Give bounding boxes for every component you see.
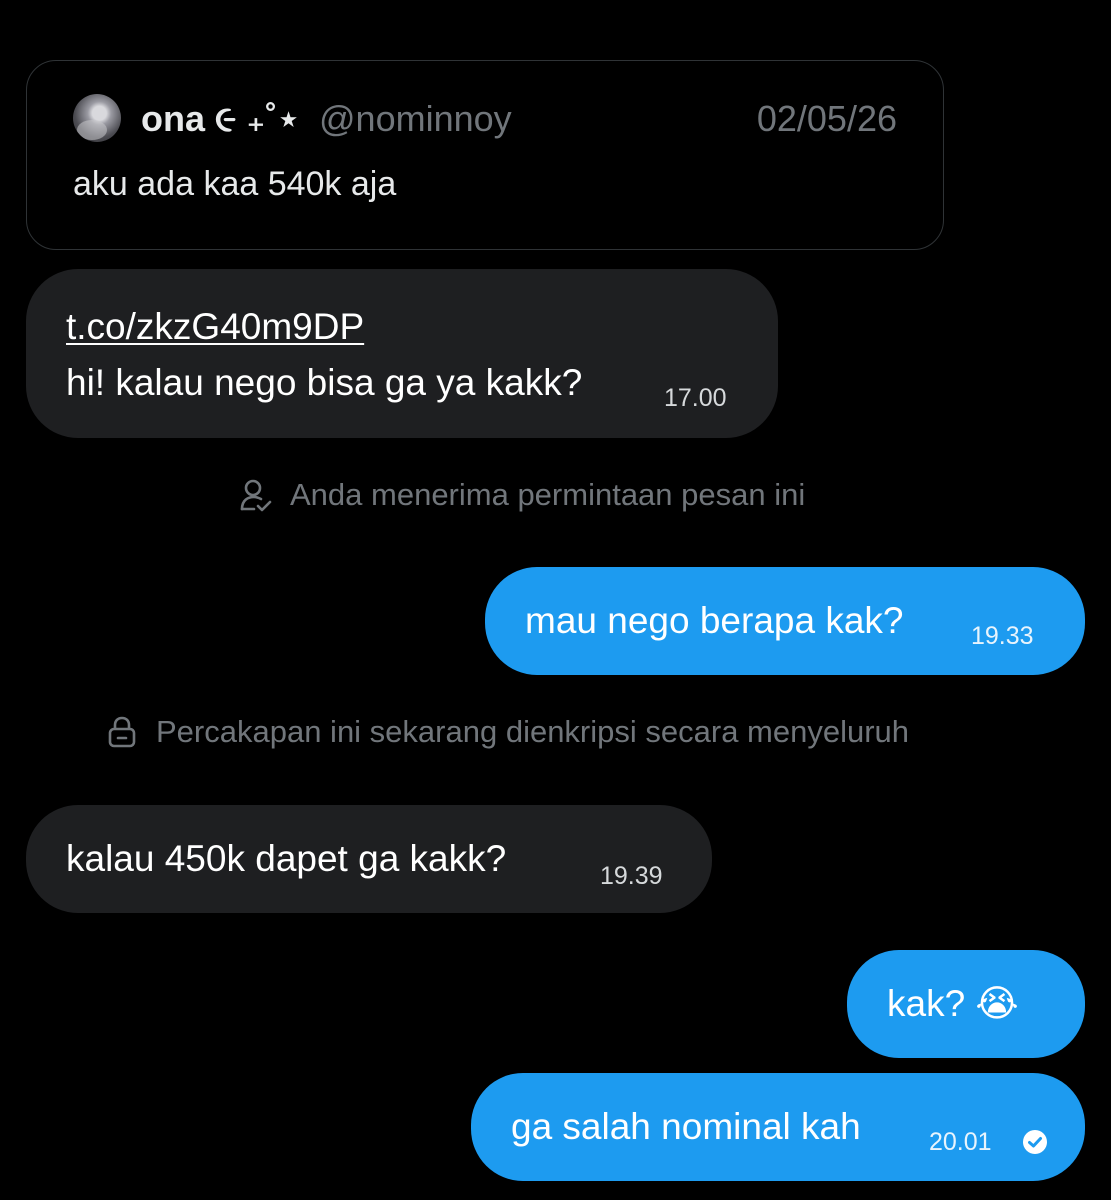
notice-encrypted: Percakapan ini sekarang dienkripsi secar… [106, 712, 909, 752]
notice-request-accepted: Anda menerima permintaan pesan ini [240, 475, 805, 515]
quote-text: aku ada kaa 540k aja [73, 165, 397, 203]
quote-author-name: ona ૯ ₊˚⋆ [141, 98, 300, 139]
message-bubble-outgoing[interactable]: kak? 😭 [847, 950, 1085, 1058]
message-bubble-incoming[interactable]: kalau 450k dapet ga kakk? 19.39 [26, 805, 712, 913]
quoted-tweet-card[interactable]: ona ૯ ₊˚⋆ @nominnoy 02/05/26 aku ada kaa… [26, 60, 944, 250]
read-check-icon [1023, 1130, 1047, 1154]
notice-text: Anda menerima permintaan pesan ini [290, 477, 806, 512]
message-text: mau nego berapa kak? [525, 600, 904, 641]
quote-date: 02/05/26 [756, 98, 897, 139]
message-bubble-outgoing[interactable]: ga salah nominal kah 20.01 [471, 1073, 1085, 1181]
notice-text: Percakapan ini sekarang dienkripsi secar… [156, 714, 910, 749]
message-text: hi! kalau nego bisa ga ya kakk? [66, 362, 583, 403]
message-bubble-incoming[interactable]: t.co/zkzG40m9DP hi! kalau nego bisa ga y… [26, 269, 778, 438]
avatar[interactable] [73, 94, 121, 142]
quote-author-handle: @nominnoy [319, 98, 512, 139]
message-time: 19.33 [971, 622, 1034, 650]
message-text: ga salah nominal kah [511, 1106, 861, 1147]
lock-icon [108, 716, 136, 748]
message-time: 20.01 [929, 1128, 992, 1156]
message-time: 19.39 [600, 862, 663, 890]
message-time: 17.00 [664, 384, 727, 412]
person-check-icon [240, 479, 272, 512]
message-text: kak? 😭 [887, 983, 1019, 1024]
message-bubble-outgoing[interactable]: mau nego berapa kak? 19.33 [485, 567, 1085, 675]
message-link[interactable]: t.co/zkzG40m9DP [66, 305, 364, 349]
message-text: kalau 450k dapet ga kakk? [66, 838, 507, 879]
